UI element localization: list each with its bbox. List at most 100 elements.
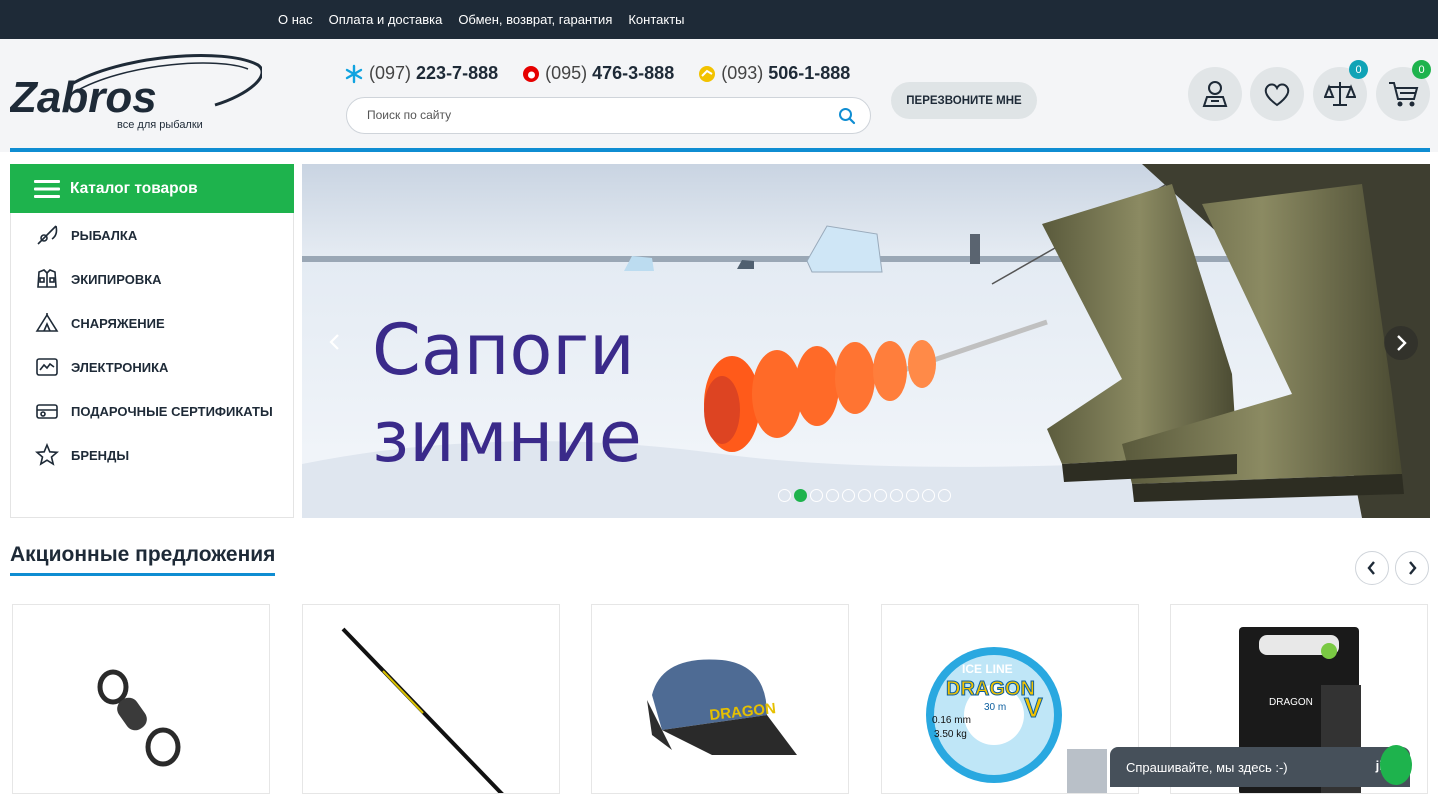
slider-dot[interactable] xyxy=(890,489,903,502)
vodafone-icon xyxy=(523,65,540,82)
wishlist-button[interactable] xyxy=(1250,67,1304,121)
catalog-item-label: РЫБАЛКА xyxy=(71,227,138,243)
chevron-right-icon xyxy=(1409,561,1417,575)
product-image-line-spool: ICE LINE DRAGON 30 m 0.16 mm 3.50 kg V xyxy=(926,647,1107,793)
catalog-item-equipment[interactable]: ЭКИПИРОВКА xyxy=(11,257,293,301)
heart-icon xyxy=(1264,83,1290,107)
compare-button[interactable]: 0 xyxy=(1313,60,1368,121)
hamburger-icon xyxy=(34,179,60,198)
top-nav-bar: О нас Оплата и доставка Обмен, возврат, … xyxy=(0,0,1438,39)
catalog-item-gear[interactable]: СНАРЯЖЕНИЕ xyxy=(11,301,293,345)
slider-dot[interactable] xyxy=(858,489,871,502)
cart-icon xyxy=(1389,82,1419,107)
line-product-text: ICE LINE xyxy=(962,662,1013,676)
catalog-title: Каталог товаров xyxy=(70,179,198,197)
slide-title-line-2: зимние xyxy=(372,396,642,478)
promo-next-button[interactable] xyxy=(1395,551,1429,585)
account-button[interactable] xyxy=(1188,67,1242,121)
phone-code: (095) xyxy=(545,63,588,83)
site-header: Zabros все для рыбалки (097) 223-7-888 (… xyxy=(0,39,1438,152)
phone-vodafone[interactable]: (095) 476-3-888 xyxy=(522,63,674,84)
chevron-left-icon xyxy=(1367,561,1375,575)
nav-link-contacts[interactable]: Контакты xyxy=(628,12,684,27)
lifecell-icon xyxy=(699,65,716,82)
catalog-header[interactable]: Каталог товаров xyxy=(10,164,294,213)
site-logo[interactable]: Zabros все для рыбалки xyxy=(8,49,264,131)
echo-sounder-icon xyxy=(36,358,58,376)
slider-dot[interactable] xyxy=(778,489,791,502)
product-card-rod[interactable] xyxy=(302,604,560,794)
catalog-item-label: ПОДАРОЧНЫЕ СЕРТИФИКАТЫ xyxy=(71,403,273,419)
promo-section-title: Акционные предложения xyxy=(10,543,276,576)
search-input[interactable] xyxy=(367,108,827,122)
phone-number: 476-3-888 xyxy=(592,63,675,83)
phone-kyivstar[interactable]: (097) 223-7-888 xyxy=(344,63,498,84)
catalog-item-electronics[interactable]: ЭЛЕКТРОНИКА xyxy=(11,345,293,389)
chevron-right-icon xyxy=(1397,335,1407,351)
nav-link-about[interactable]: О нас xyxy=(278,12,313,27)
search-icon[interactable] xyxy=(838,107,856,130)
catalog-item-fishing[interactable]: РЫБАЛКА xyxy=(11,213,293,257)
kyivstar-icon xyxy=(345,64,363,83)
chat-prompt-text: Спрашивайте, мы здесь :-) xyxy=(1126,759,1288,775)
phone-number: 223-7-888 xyxy=(416,63,499,83)
catalog-item-brands[interactable]: БРЕНДЫ xyxy=(11,433,293,477)
line-v-logo: V xyxy=(1024,692,1043,723)
slider-dot[interactable] xyxy=(826,489,839,502)
search-box xyxy=(346,97,871,134)
gift-card-icon xyxy=(36,404,58,419)
compare-count-badge: 0 xyxy=(1349,60,1368,79)
vest-icon xyxy=(37,269,57,288)
top-nav-links: О нас Оплата и доставка Обмен, возврат, … xyxy=(278,0,685,39)
tent-icon xyxy=(35,313,59,332)
catalog-item-label: СНАРЯЖЕНИЕ xyxy=(71,315,165,331)
user-icon xyxy=(1202,81,1228,107)
fishing-rod-icon xyxy=(37,225,58,245)
chat-widget[interactable]: Спрашивайте, мы здесь :-) jivo xyxy=(1110,747,1410,787)
catalog-item-label: ЭКИПИРОВКА xyxy=(71,271,162,287)
chat-bubble-icon[interactable] xyxy=(1380,745,1412,785)
logo-text: Zabros xyxy=(10,73,157,122)
catalog-item-gift-cards[interactable]: ПОДАРОЧНЫЕ СЕРТИФИКАТЫ xyxy=(11,389,293,433)
product-card-swivel[interactable] xyxy=(12,604,270,794)
cart-count-badge: 0 xyxy=(1412,60,1431,79)
catalog-item-label: БРЕНДЫ xyxy=(71,447,130,463)
header-divider xyxy=(10,148,1430,152)
product-card-cap[interactable]: DRAGON xyxy=(591,604,849,794)
phone-list: (097) 223-7-888 (095) 476-3-888 (093) 50… xyxy=(344,63,850,84)
phone-number: 506-1-888 xyxy=(768,63,851,83)
callback-button[interactable]: ПЕРЕЗВОНИТЕ МНЕ xyxy=(891,82,1037,119)
phone-lifecell[interactable]: (093) 506-1-888 xyxy=(698,63,850,84)
product-card-line[interactable]: ICE LINE DRAGON 30 m 0.16 mm 3.50 kg V xyxy=(881,604,1139,794)
slider-dot[interactable] xyxy=(906,489,919,502)
line-strength-text: 3.50 kg xyxy=(934,729,967,740)
scales-icon xyxy=(1324,82,1356,106)
star-icon xyxy=(35,443,59,466)
slider-dot-active[interactable] xyxy=(794,489,807,502)
line-brand-text: DRAGON xyxy=(946,678,1035,700)
slider-dots xyxy=(778,489,951,502)
nav-link-payment-delivery[interactable]: Оплата и доставка xyxy=(329,12,443,27)
logo-tagline: все для рыбалки xyxy=(117,119,203,131)
box-brand-text: DRAGON xyxy=(1269,697,1313,708)
slider-next-button[interactable] xyxy=(1384,326,1418,360)
line-diameter-text: 0.16 mm xyxy=(932,715,971,726)
hero-slider: Сапоги зимние xyxy=(302,164,1430,518)
catalog-menu: Каталог товаров РЫБАЛКА ЭКИПИРОВКА СНАРЯ… xyxy=(10,164,294,518)
slider-dot[interactable] xyxy=(938,489,951,502)
slider-prev-button[interactable] xyxy=(320,327,350,357)
phone-code: (093) xyxy=(721,63,764,83)
product-image-rod xyxy=(341,627,504,793)
product-image-swivel xyxy=(97,669,181,767)
slider-dot[interactable] xyxy=(922,489,935,502)
promo-prev-button[interactable] xyxy=(1355,551,1389,585)
slider-dot[interactable] xyxy=(810,489,823,502)
cart-button[interactable]: 0 xyxy=(1376,60,1431,121)
nav-link-exchange-return[interactable]: Обмен, возврат, гарантия xyxy=(458,12,612,27)
product-image-cap: DRAGON xyxy=(647,659,797,755)
chevron-left-icon xyxy=(329,334,339,350)
slide-title-line-1: Сапоги xyxy=(372,309,635,391)
slider-dot[interactable] xyxy=(842,489,855,502)
slider-dot[interactable] xyxy=(874,489,887,502)
line-length-text: 30 m xyxy=(984,702,1006,713)
